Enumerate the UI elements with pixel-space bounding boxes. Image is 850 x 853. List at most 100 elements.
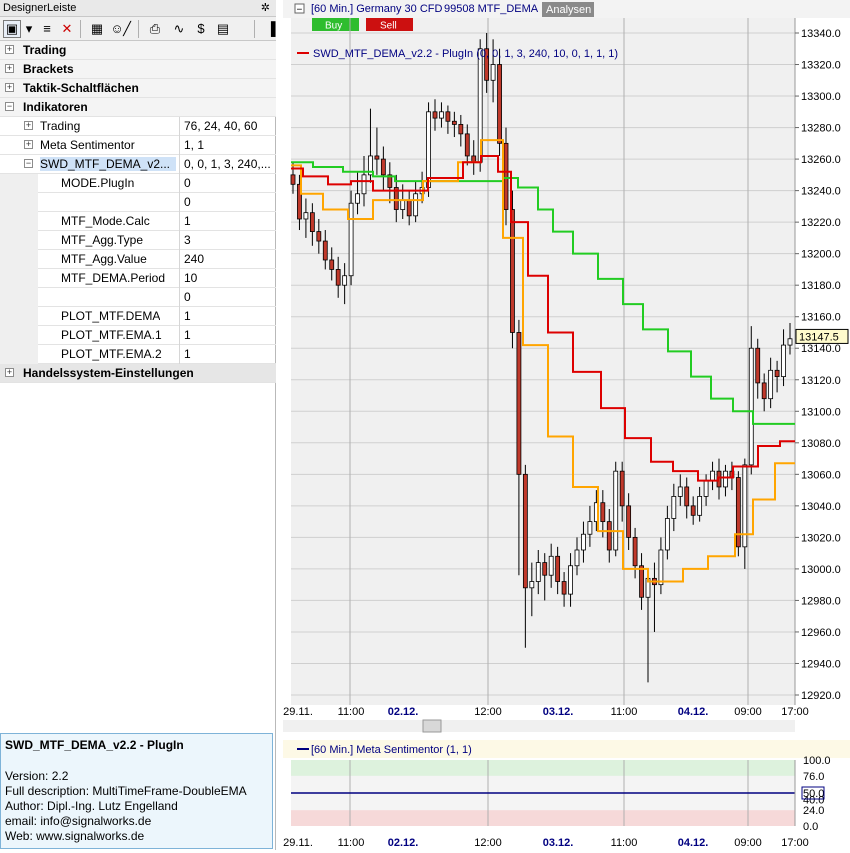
panel-titlebar: DesignerLeiste ✲ xyxy=(0,0,276,17)
parameter-value[interactable]: 240 xyxy=(184,252,274,266)
parameter-value[interactable]: 0 xyxy=(184,290,274,304)
indicator-value[interactable]: 76, 24, 40, 60 xyxy=(184,119,274,133)
y-tick-label: 13340.0 xyxy=(801,28,841,40)
expand-icon[interactable]: − xyxy=(5,102,14,111)
parameter-row[interactable]: 0 xyxy=(0,288,276,307)
parameter-label: MTF_Agg.Value xyxy=(61,252,147,266)
parameter-row[interactable]: PLOT_MTF.EMA.2 1 xyxy=(0,345,276,364)
chart-svg[interactable]: − [60 Min.] Germany 30 CFD 99508 MTF_DEMA A… xyxy=(283,0,850,850)
candle-body xyxy=(413,193,419,217)
y-tick-label: 13140.0 xyxy=(801,343,841,355)
tree-group-0[interactable]: + Trading xyxy=(0,41,276,60)
horizontal-scrollbar[interactable] xyxy=(283,720,795,732)
indicator-icon[interactable]: ≡ xyxy=(38,20,56,38)
sub-x-tick-label: 29.11. xyxy=(283,837,313,849)
currency-icon[interactable]: $ xyxy=(192,20,210,38)
parameter-value[interactable]: 1 xyxy=(184,214,274,228)
candle-body xyxy=(380,158,386,176)
x-tick-label: 17:00 xyxy=(781,706,809,718)
table-icon[interactable]: ▤ xyxy=(214,20,232,38)
parameter-label: MTF_Agg.Type xyxy=(61,233,144,247)
parameter-value[interactable]: 1 xyxy=(184,328,274,342)
tree-group-4[interactable]: + Handelssystem-Einstellungen xyxy=(0,364,276,383)
y-tick-label: 13060.0 xyxy=(801,469,841,481)
expand-icon[interactable]: + xyxy=(24,121,33,130)
indicator-value[interactable]: 0, 0, 1, 3, 240,... xyxy=(184,157,274,171)
toolbar-separator xyxy=(80,20,81,38)
candle-body xyxy=(355,193,360,204)
indicator-label: Meta Sentimentor xyxy=(40,138,135,152)
x-tick-label: 02.12. xyxy=(388,706,419,718)
indicator-row[interactable]: + Meta Sentimentor 1, 1 xyxy=(0,136,276,155)
y-tick-label: 12940.0 xyxy=(801,658,841,670)
line-tool-icon[interactable]: ╱ xyxy=(118,20,136,38)
candle-body xyxy=(497,64,502,144)
parameter-row[interactable]: MTF_DEMA.Period 10 xyxy=(0,269,276,288)
parameter-value[interactable]: 3 xyxy=(184,233,274,247)
dropdown-arrow-icon[interactable]: ▾ xyxy=(24,20,34,38)
bar-chart-icon[interactable]: ▐ xyxy=(262,20,280,38)
parameter-row[interactable]: MTF_Agg.Value 240 xyxy=(0,250,276,269)
x-tick-label: 29.11. xyxy=(283,706,313,718)
parameter-row[interactable]: MODE.PlugIn 0 xyxy=(0,174,276,193)
parameter-value[interactable]: 10 xyxy=(184,271,274,285)
expand-icon[interactable]: + xyxy=(5,83,14,92)
sub-x-tick-label: 17:00 xyxy=(781,837,809,849)
candle-body xyxy=(626,505,632,538)
candle-body xyxy=(529,581,535,589)
tree-group-1[interactable]: + Brackets xyxy=(0,60,276,79)
toolbar-separator xyxy=(138,20,139,38)
tree-group-2[interactable]: + Taktik-Schaltflächen xyxy=(0,79,276,98)
expand-icon[interactable]: − xyxy=(24,159,33,168)
grid-icon[interactable]: ▦ xyxy=(88,20,106,38)
pin-icon[interactable]: ✲ xyxy=(261,1,270,14)
parameter-value[interactable]: 1 xyxy=(184,347,274,361)
print-icon[interactable]: ⎙ xyxy=(146,20,164,38)
candle-body xyxy=(542,562,548,576)
indicator-value[interactable]: 1, 1 xyxy=(184,138,274,152)
y-tick-label: 13280.0 xyxy=(801,123,841,135)
parameter-row[interactable]: PLOT_MTF.DEMA 1 xyxy=(0,307,276,326)
description-web: Web: www.signalworks.de xyxy=(5,829,145,843)
sub-x-tick-label: 09:00 xyxy=(734,837,762,849)
overbought-band xyxy=(291,760,795,776)
candle-body xyxy=(561,581,567,595)
candle-body xyxy=(671,495,677,519)
candle-body xyxy=(426,111,431,188)
signal-icon[interactable]: ∿ xyxy=(170,20,188,38)
column-divider xyxy=(179,155,180,174)
column-divider xyxy=(179,174,180,193)
chart-add-icon[interactable]: ▣ xyxy=(3,20,21,38)
column-divider xyxy=(179,326,180,345)
indent-gutter xyxy=(0,231,38,250)
expand-icon[interactable]: + xyxy=(5,45,14,54)
tree-group-3[interactable]: − Indikatoren xyxy=(0,98,276,117)
candle-body xyxy=(710,470,715,482)
parameter-label: MODE.PlugIn xyxy=(61,176,135,190)
expand-icon[interactable]: + xyxy=(5,64,14,73)
expand-icon[interactable]: + xyxy=(5,368,14,377)
parameter-row[interactable]: 0 xyxy=(0,193,276,212)
candle-body xyxy=(329,259,335,270)
parameter-value[interactable]: 1 xyxy=(184,309,274,323)
candle-body xyxy=(522,473,528,589)
parameter-row[interactable]: MTF_Mode.Calc 1 xyxy=(0,212,276,231)
buy-label: Buy xyxy=(325,21,342,32)
candle-body xyxy=(432,111,438,119)
parameter-value[interactable]: 0 xyxy=(184,195,274,209)
chart-area[interactable]: − [60 Min.] Germany 30 CFD 99508 MTF_DEMA A… xyxy=(283,0,850,850)
parameter-row[interactable]: MTF_Agg.Type 3 xyxy=(0,231,276,250)
candle-body xyxy=(664,518,670,551)
delete-icon[interactable]: ✕ xyxy=(58,20,76,38)
parameter-row[interactable]: PLOT_MTF.EMA.1 1 xyxy=(0,326,276,345)
indicator-row[interactable]: − SWD_MTF_DEMA_v2... 0, 0, 1, 3, 240,... xyxy=(0,155,276,174)
expand-icon[interactable]: + xyxy=(24,140,33,149)
candle-body xyxy=(503,142,509,210)
panel-toolbar: ▣ ▾ ≡ ✕ ▦ ☺ ╱ ⎙ ∿ $ ▤ ▐ xyxy=(0,17,276,41)
parameter-value[interactable]: 0 xyxy=(184,176,274,190)
scrollbar-thumb[interactable] xyxy=(422,719,442,733)
candle-body xyxy=(451,120,457,125)
indicator-row[interactable]: + Trading 76, 24, 40, 60 xyxy=(0,117,276,136)
column-divider xyxy=(179,307,180,326)
column-divider xyxy=(179,288,180,307)
